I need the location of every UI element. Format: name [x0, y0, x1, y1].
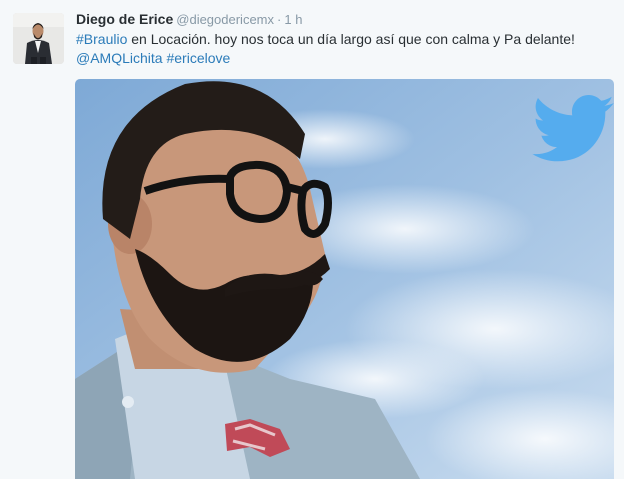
tweet-text: #Braulio en Locación. hoy nos toca un dí…	[76, 30, 616, 68]
tweet-header: Diego de Erice @diegodericemx · 1 h	[76, 10, 302, 29]
twitter-bird-icon	[532, 95, 614, 162]
mention-amqlichita[interactable]: @AMQLichita	[76, 50, 163, 66]
meta-separator: ·	[277, 12, 282, 27]
tweet-timestamp[interactable]: 1 h	[284, 12, 302, 27]
tweet-body-text: en Locación. hoy nos toca un día largo a…	[127, 31, 575, 47]
avatar[interactable]	[13, 13, 64, 64]
author-username[interactable]: @diegodericemx	[176, 12, 274, 27]
hashtag-braulio[interactable]: #Braulio	[76, 31, 127, 47]
tweet-photo[interactable]	[75, 79, 614, 479]
hashtag-ericelove[interactable]: #ericelove	[166, 50, 230, 66]
tweet: Diego de Erice @diegodericemx · 1 h #Brauli…	[0, 0, 624, 479]
author-fullname[interactable]: Diego de Erice	[76, 11, 173, 27]
